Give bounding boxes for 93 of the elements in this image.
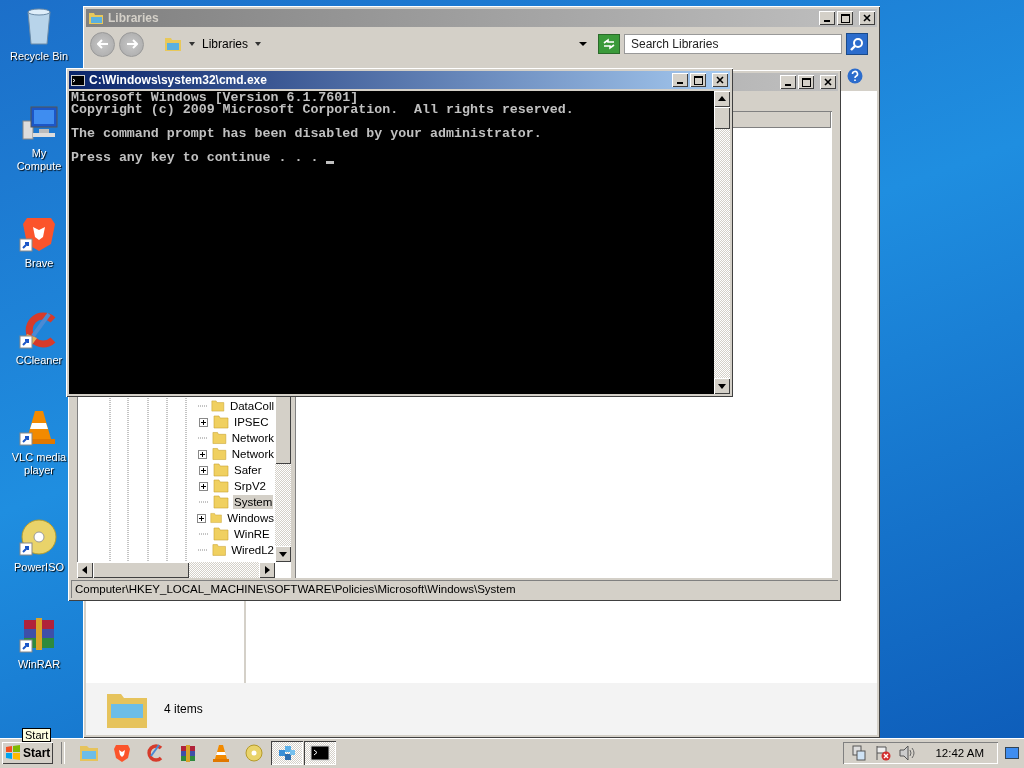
scroll-thumb[interactable] xyxy=(93,562,189,578)
expand-icon[interactable] xyxy=(197,513,207,523)
console-line: Microsoft Windows [Version 6.1.7601] xyxy=(71,92,359,104)
expand-icon[interactable] xyxy=(198,417,208,427)
item-count: 4 items xyxy=(164,702,203,716)
back-button[interactable] xyxy=(90,31,115,57)
search-field[interactable]: Search Libraries xyxy=(624,34,842,54)
disc-icon xyxy=(244,744,265,762)
console-line: Copyright (c) 2009 Microsoft Corporation. All rights reserved. xyxy=(71,104,574,116)
tree-item[interactable]: WiredL2 xyxy=(230,543,275,557)
back-arrow-icon xyxy=(96,39,109,49)
address-bar[interactable]: Libraries xyxy=(158,33,594,55)
desktop-icon-label[interactable]: CCleaner xyxy=(15,354,63,367)
maximize-button[interactable] xyxy=(690,73,706,87)
folder-icon xyxy=(88,11,104,25)
desktop-icon-label[interactable]: Brave xyxy=(24,257,54,270)
folder-icon xyxy=(211,399,225,413)
start-button[interactable]: Start xyxy=(2,742,54,764)
scroll-down-icon[interactable] xyxy=(275,546,291,562)
tree-item[interactable]: SrpV2 xyxy=(233,479,267,493)
folder-icon xyxy=(79,744,100,762)
tree-item[interactable]: System xyxy=(233,495,274,509)
tree-item[interactable]: WinRE xyxy=(233,527,271,541)
desktop-icon-label[interactable]: VLC media player xyxy=(9,451,69,477)
status-bar: Computer\HKEY_LOCAL_MACHINE\SOFTWARE\Policies\Microsoft\Windows\System xyxy=(71,580,838,598)
clock[interactable]: 12:42 AM xyxy=(935,747,984,759)
minimize-button[interactable] xyxy=(672,73,688,87)
caret-icon xyxy=(188,41,196,47)
desktop-icon-label[interactable]: WinRAR xyxy=(17,658,61,671)
forward-button[interactable] xyxy=(119,31,144,57)
taskbar-button[interactable] xyxy=(271,741,304,765)
folder-icon xyxy=(213,463,229,477)
vertical-scrollbar[interactable] xyxy=(714,91,730,394)
folder-icon xyxy=(213,495,229,509)
flag-warning-icon[interactable] xyxy=(875,745,892,761)
window-title: C:\Windows\system32\cmd.exe xyxy=(89,73,267,87)
scroll-thumb[interactable] xyxy=(275,394,291,464)
horizontal-scrollbar[interactable] xyxy=(77,562,275,578)
tree-item[interactable]: Network xyxy=(230,447,275,461)
search-icon xyxy=(850,37,864,51)
help-icon[interactable] xyxy=(847,68,863,84)
close-icon xyxy=(716,76,724,84)
refresh-icon xyxy=(602,38,616,50)
expand-icon[interactable] xyxy=(198,481,208,491)
desktop-icon xyxy=(1005,747,1019,759)
text-cursor xyxy=(326,161,335,164)
scroll-right-icon[interactable] xyxy=(259,562,275,578)
close-icon xyxy=(824,78,832,86)
folder-icon xyxy=(213,527,229,541)
traffic-cone-icon xyxy=(211,744,232,762)
refresh-button[interactable] xyxy=(598,34,620,54)
console-line: The command prompt has been disabled by your administrator. xyxy=(71,128,542,140)
scroll-down-icon[interactable] xyxy=(714,378,730,394)
library-folder-icon xyxy=(164,36,182,52)
desktop-icon-label[interactable]: PowerISO xyxy=(13,561,65,574)
caret-icon xyxy=(254,41,263,47)
network-icon[interactable] xyxy=(851,745,868,761)
folder-icon xyxy=(212,431,227,445)
folder-icon xyxy=(211,543,227,557)
vertical-scrollbar[interactable] xyxy=(275,394,291,562)
scroll-thumb[interactable] xyxy=(714,107,730,129)
window-title: Libraries xyxy=(108,11,159,25)
scroll-up-icon[interactable] xyxy=(714,91,730,107)
console-icon xyxy=(71,74,85,86)
forward-arrow-icon xyxy=(125,39,138,49)
scroll-left-icon[interactable] xyxy=(77,562,93,578)
search-button[interactable] xyxy=(846,33,868,55)
desktop-icon-label[interactable]: My Compute xyxy=(9,147,69,173)
lion-icon xyxy=(112,744,133,762)
close-button[interactable] xyxy=(712,73,728,87)
tooltip: Start xyxy=(22,728,52,742)
taskbar-button[interactable] xyxy=(304,741,337,765)
windows-logo-icon xyxy=(5,745,21,761)
speaker-icon[interactable] xyxy=(899,745,916,761)
tree-item[interactable]: Windows xyxy=(226,511,275,525)
tree-item[interactable]: Safer xyxy=(233,463,263,477)
expand-icon[interactable] xyxy=(198,465,208,475)
tree-item[interactable]: IPSEC xyxy=(233,415,270,429)
folder-icon xyxy=(213,479,229,493)
close-icon xyxy=(863,14,871,22)
computer-icon[interactable] xyxy=(19,103,59,143)
registry-icon xyxy=(277,744,298,762)
tree-item[interactable]: DataColl xyxy=(228,399,275,413)
expand-icon[interactable] xyxy=(198,449,208,459)
desktop-icon-label[interactable]: Recycle Bin xyxy=(9,50,69,63)
folder-icon xyxy=(212,447,227,461)
console-icon xyxy=(310,744,331,762)
folder-icon xyxy=(210,511,223,525)
folder-icon xyxy=(213,415,229,429)
disc-icon[interactable] xyxy=(19,517,59,557)
console-line: Press any key to continue . . . xyxy=(71,152,319,164)
dropdown-icon xyxy=(578,41,588,47)
tree-item[interactable]: Network xyxy=(230,431,275,445)
